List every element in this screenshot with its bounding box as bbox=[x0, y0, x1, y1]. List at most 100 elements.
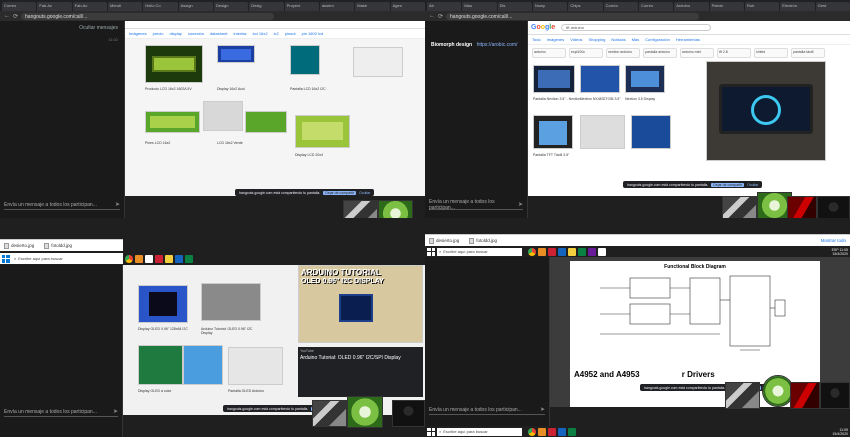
app-icon[interactable] bbox=[568, 427, 576, 436]
download-item[interactable]: desierto.jpg bbox=[429, 237, 459, 244]
windows-start-icon[interactable] bbox=[2, 254, 10, 263]
tab[interactable]: Design bbox=[213, 2, 249, 11]
send-icon[interactable]: ➤ bbox=[518, 201, 523, 208]
tab[interactable]: Hello Co bbox=[143, 2, 178, 11]
filter[interactable]: conexión bbox=[188, 31, 204, 36]
oled-image[interactable] bbox=[228, 347, 283, 385]
app-icon[interactable] bbox=[588, 247, 596, 256]
tab[interactable]: Patrón bbox=[709, 2, 744, 11]
chip[interactable]: arduino bbox=[532, 48, 566, 58]
oled-image[interactable] bbox=[183, 345, 223, 385]
tft-image[interactable] bbox=[580, 65, 620, 93]
app-icon[interactable] bbox=[578, 247, 586, 256]
filter[interactable]: pin 1602 lcd bbox=[302, 31, 324, 36]
tab[interactable]: Dis bbox=[497, 2, 532, 11]
message-input[interactable]: Envía un mensaje a todos los participan.… bbox=[4, 407, 118, 417]
participant-thumb-logo[interactable] bbox=[347, 396, 383, 428]
filter[interactable]: Videos bbox=[570, 37, 582, 42]
taskbar-search[interactable]: ⌕ Escribe aquí para buscar bbox=[11, 254, 121, 263]
filter[interactable]: Configuración bbox=[645, 37, 670, 42]
tab[interactable]: Electrón bbox=[780, 2, 815, 11]
filter[interactable]: Más bbox=[632, 37, 640, 42]
app-icon[interactable] bbox=[548, 247, 556, 256]
hide-button[interactable]: Ocultar bbox=[359, 191, 370, 195]
tab[interactable]: Desig bbox=[249, 2, 284, 11]
tab[interactable]: assem bbox=[319, 2, 355, 11]
filter[interactable]: Imágenes bbox=[547, 37, 565, 42]
filter[interactable]: Noticias bbox=[611, 37, 625, 42]
tft-image-large[interactable] bbox=[706, 61, 826, 161]
app-icon[interactable] bbox=[558, 247, 566, 256]
tab[interactable]: Rob bbox=[744, 2, 780, 11]
lcd-image[interactable] bbox=[353, 47, 403, 77]
tab[interactable]: Assign bbox=[178, 2, 213, 11]
taskbar-clock[interactable]: 11:05 15/4/2020 bbox=[832, 428, 848, 436]
message-input[interactable]: Envía un mensaje a todos los participan.… bbox=[429, 405, 545, 415]
filter[interactable]: pinout bbox=[285, 31, 296, 36]
tab[interactable]: Ab bbox=[427, 2, 462, 11]
tab[interactable]: Fab.Ac bbox=[37, 2, 72, 11]
chip[interactable]: espl100c bbox=[569, 48, 603, 58]
tab[interactable]: Nowy bbox=[532, 2, 568, 11]
participant-thumb-person[interactable] bbox=[392, 400, 425, 427]
tab[interactable]: Chips bbox=[568, 2, 603, 11]
oled-image[interactable] bbox=[138, 285, 188, 323]
oled-image[interactable] bbox=[201, 283, 261, 321]
tab[interactable]: Fab.Ac bbox=[72, 2, 107, 11]
participant-thumb-mess[interactable] bbox=[343, 200, 378, 218]
video-thumbnail[interactable]: ARDUINO TUTORIAL OLED 0.96" I2C DISPLAY bbox=[298, 265, 423, 343]
tab[interactable]: Mau bbox=[462, 2, 497, 11]
tft-image[interactable] bbox=[580, 115, 625, 149]
filter[interactable]: Todo bbox=[532, 37, 541, 42]
tab[interactable]: Correo bbox=[638, 2, 674, 11]
app-icon[interactable] bbox=[135, 254, 143, 263]
app-icon[interactable] bbox=[538, 247, 546, 256]
tab[interactable]: Correo bbox=[603, 2, 638, 11]
filter[interactable]: datasheet bbox=[210, 31, 228, 36]
app-icon[interactable] bbox=[568, 247, 576, 256]
chip[interactable]: shield bbox=[754, 48, 788, 58]
taskbar-search[interactable]: ⌕ Escribe aquí para buscar bbox=[437, 427, 522, 436]
participant-thumb-person[interactable] bbox=[817, 196, 850, 218]
participant-thumb-mess[interactable] bbox=[725, 382, 760, 409]
participant-thumb-red[interactable] bbox=[790, 382, 820, 409]
filter[interactable]: display bbox=[169, 31, 181, 36]
participant-thumb-person[interactable] bbox=[820, 382, 850, 409]
url-field[interactable]: hangouts.google.com/call/... bbox=[21, 12, 274, 20]
lcd-image[interactable] bbox=[290, 45, 320, 75]
lcd-image[interactable] bbox=[145, 45, 203, 83]
tab[interactable]: Agen bbox=[390, 2, 425, 11]
app-icon[interactable] bbox=[165, 254, 173, 263]
windows-start-icon[interactable] bbox=[427, 427, 435, 436]
tab[interactable]: Gest bbox=[815, 2, 850, 11]
tab[interactable]: Make bbox=[355, 2, 390, 11]
taskbar-search[interactable]: ⌕ Escribe aquí para buscar bbox=[437, 247, 522, 256]
tft-image[interactable] bbox=[631, 115, 671, 149]
search-input[interactable]: tft arduino bbox=[561, 24, 712, 31]
taskbar-clock[interactable]: ESP 11:05 15/4/2020 bbox=[832, 248, 848, 256]
back-icon[interactable]: ← bbox=[429, 13, 435, 19]
oled-image[interactable] bbox=[138, 345, 183, 385]
lcd-image[interactable] bbox=[217, 45, 255, 63]
filter[interactable]: precio bbox=[153, 31, 164, 36]
tft-image[interactable] bbox=[533, 115, 573, 149]
app-icon[interactable] bbox=[558, 427, 566, 436]
send-icon[interactable]: ➤ bbox=[540, 406, 545, 413]
tft-image[interactable] bbox=[625, 65, 665, 93]
participant-thumb-logo[interactable] bbox=[378, 200, 413, 218]
chrome-icon[interactable] bbox=[528, 427, 536, 436]
video-title[interactable]: Arduino Tutorial: OLED 0.96" I2C/SPI Dis… bbox=[300, 355, 421, 361]
lcd-image[interactable] bbox=[145, 111, 200, 133]
send-icon[interactable]: ➤ bbox=[113, 408, 118, 415]
tab[interactable]: Arduino bbox=[674, 2, 709, 11]
message-input[interactable]: Envía un mensaje a todos los participan.… bbox=[429, 199, 523, 211]
stop-sharing-button[interactable]: Dejar de compartir bbox=[323, 190, 357, 195]
tab[interactable]: Proyect bbox=[284, 2, 319, 11]
hide-messages-button[interactable]: Ocultar mensajes bbox=[79, 25, 118, 31]
chip[interactable]: arduino mini bbox=[680, 48, 714, 58]
participant-thumb-red[interactable] bbox=[787, 196, 817, 218]
reload-icon[interactable]: ⟳ bbox=[13, 13, 18, 20]
chrome-icon[interactable] bbox=[528, 247, 536, 256]
lcd-image[interactable] bbox=[295, 115, 350, 148]
app-icon[interactable] bbox=[145, 254, 153, 263]
